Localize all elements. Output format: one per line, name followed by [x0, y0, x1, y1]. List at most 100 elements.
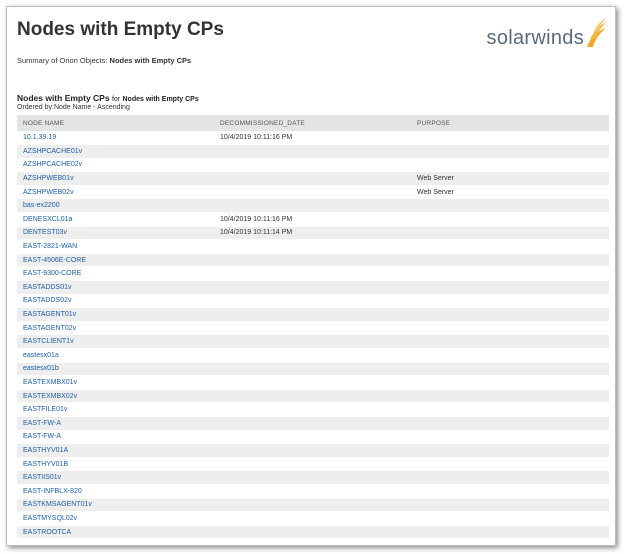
node-name-link[interactable]: EASTADDS02v — [17, 294, 214, 309]
decommissioned-date-cell — [214, 144, 411, 159]
summary-value: Nodes with Empty CPs — [109, 56, 192, 65]
logo-text: solarwinds — [486, 27, 584, 49]
table-row: DENTEST03v 10/4/2019 10:11:14 PM — [17, 226, 609, 241]
node-name-link[interactable]: bas-ex2200 — [17, 198, 214, 214]
node-name-link[interactable]: DENESXCL01a — [17, 212, 214, 227]
node-name-link[interactable]: EASTEXMBX01v — [17, 375, 214, 390]
node-name-link[interactable]: AZSHPWEB01v — [17, 171, 214, 186]
purpose-cell — [411, 498, 609, 513]
table-row: EASTHYV01B — [17, 457, 609, 472]
decommissioned-date-cell — [214, 430, 411, 445]
node-name-link[interactable]: EASTMYSQL02v — [17, 511, 214, 526]
purpose-cell — [411, 280, 609, 295]
summary-line: Summary of Orion Objects: Nodes with Emp… — [17, 56, 191, 65]
purpose-cell — [411, 266, 609, 282]
purpose-cell — [411, 457, 609, 472]
node-name-link[interactable]: EAST-FW-A — [17, 416, 214, 431]
decommissioned-date-cell — [214, 158, 411, 173]
table-row: EASTAGENT01v — [17, 307, 609, 322]
decommissioned-date-cell — [214, 307, 411, 322]
decommissioned-date-cell — [214, 239, 411, 254]
column-header-purpose[interactable]: PURPOSE — [411, 115, 609, 131]
table-row: EASTHYV01A — [17, 443, 609, 458]
column-header-node-name[interactable]: NODE NAME — [17, 115, 214, 131]
decommissioned-date-cell — [214, 266, 411, 282]
node-name-link[interactable]: EASTIIS01v — [17, 470, 214, 485]
decommissioned-date-cell — [214, 280, 411, 295]
node-name-link[interactable]: EAST-9300-CORE — [17, 266, 214, 282]
node-name-link[interactable]: EASTKMSAGENT01v — [17, 498, 214, 513]
table-row: DENESXCL01a 10/4/2019 10:11:16 PM — [17, 212, 609, 227]
purpose-cell — [411, 389, 609, 404]
purpose-cell — [411, 212, 609, 227]
node-name-link[interactable]: EASTEXMBX02v — [17, 389, 214, 404]
table-row: eastesx01b — [17, 362, 609, 377]
node-name-link[interactable]: DENTEST03v — [17, 226, 214, 241]
ordered-by-text: Ordered by:Node Name - Ascending — [17, 104, 130, 111]
table-row: EASTROOTCA — [17, 525, 609, 540]
table-row: EASTEXMBX01v — [17, 375, 609, 390]
purpose-cell — [411, 158, 609, 173]
decommissioned-date-cell — [214, 402, 411, 417]
decommissioned-date-cell — [214, 511, 411, 526]
decommissioned-date-cell — [214, 321, 411, 336]
table-row: EASTAGENT02v — [17, 321, 609, 336]
purpose-cell — [411, 253, 609, 268]
table-title: Nodes with Empty CPs for Nodes with Empt… — [17, 93, 199, 103]
table-row: EAST-FW-A — [17, 430, 609, 445]
table-row: eastesx01a — [17, 348, 609, 363]
table-title-main: Nodes with Empty CPs — [17, 93, 110, 103]
decommissioned-date-cell: 10/4/2019 10:11:14 PM — [214, 226, 411, 241]
node-name-link[interactable]: eastesx01b — [17, 362, 214, 377]
node-name-link[interactable]: EAST-INFBLX-820 — [17, 484, 214, 499]
table-body: 10.1.39.19 10/4/2019 10:11:16 PM AZSHPCACH… — [17, 131, 609, 540]
column-header-decommissioned-date[interactable]: DECOMMISSIONED_DATE — [214, 115, 411, 131]
decommissioned-date-cell — [214, 334, 411, 349]
node-name-link[interactable]: EAST-2821-WAN — [17, 239, 214, 254]
purpose-cell — [411, 198, 609, 214]
table-row: EASTFILE01v — [17, 402, 609, 417]
table-row: 10.1.39.19 10/4/2019 10:11:16 PM — [17, 131, 609, 146]
table-row: EASTCLIENT1v — [17, 334, 609, 349]
node-name-link[interactable]: EASTAGENT01v — [17, 307, 214, 322]
table-header-row: NODE NAME DECOMMISSIONED_DATE PURPOSE — [17, 115, 609, 131]
table-row: EASTEXMBX02v — [17, 389, 609, 404]
purpose-cell — [411, 525, 609, 540]
node-name-link[interactable]: AZSHPWEB02v — [17, 185, 214, 200]
node-name-link[interactable]: EASTHYV01A — [17, 443, 214, 458]
table-row: AZSHPWEB02v Web Server — [17, 185, 609, 200]
node-name-link[interactable]: EASTHYV01B — [17, 457, 214, 472]
table-row: EASTADDS02v — [17, 294, 609, 309]
decommissioned-date-cell — [214, 185, 411, 200]
table-title-for: for — [111, 96, 121, 103]
page-title: Nodes with Empty CPs — [17, 19, 224, 40]
decommissioned-date-cell — [214, 498, 411, 513]
purpose-cell — [411, 321, 609, 336]
purpose-cell: Web Server — [411, 185, 609, 200]
node-name-link[interactable]: 10.1.39.19 — [17, 131, 214, 146]
summary-prefix: Summary of Orion Objects: — [17, 56, 108, 65]
node-name-link[interactable]: EASTADDS01v — [17, 280, 214, 295]
purpose-cell — [411, 443, 609, 458]
decommissioned-date-cell — [214, 198, 411, 214]
purpose-cell — [411, 402, 609, 417]
node-name-link[interactable]: EASTCLIENT1v — [17, 334, 214, 349]
nodes-table-wrap: NODE NAME DECOMMISSIONED_DATE PURPOSE 10… — [17, 115, 609, 540]
node-name-link[interactable]: EAST-FW-A — [17, 430, 214, 445]
node-name-link[interactable]: EASTROOTCA — [17, 525, 214, 540]
purpose-cell — [411, 307, 609, 322]
decommissioned-date-cell — [214, 253, 411, 268]
purpose-cell — [411, 348, 609, 363]
node-name-link[interactable]: eastesx01a — [17, 348, 214, 363]
decommissioned-date-cell — [214, 294, 411, 309]
node-name-link[interactable]: AZSHPCACHE02v — [17, 158, 214, 173]
purpose-cell — [411, 511, 609, 526]
table-row: EASTMYSQL02v — [17, 511, 609, 526]
node-name-link[interactable]: EASTFILE01v — [17, 402, 214, 417]
node-name-link[interactable]: EASTAGENT02v — [17, 321, 214, 336]
node-name-link[interactable]: EAST-4506E-CORE — [17, 253, 214, 268]
table-row: EAST-4506E-CORE — [17, 253, 609, 268]
purpose-cell — [411, 416, 609, 431]
purpose-cell — [411, 375, 609, 390]
node-name-link[interactable]: AZSHPCACHE01v — [17, 144, 214, 159]
